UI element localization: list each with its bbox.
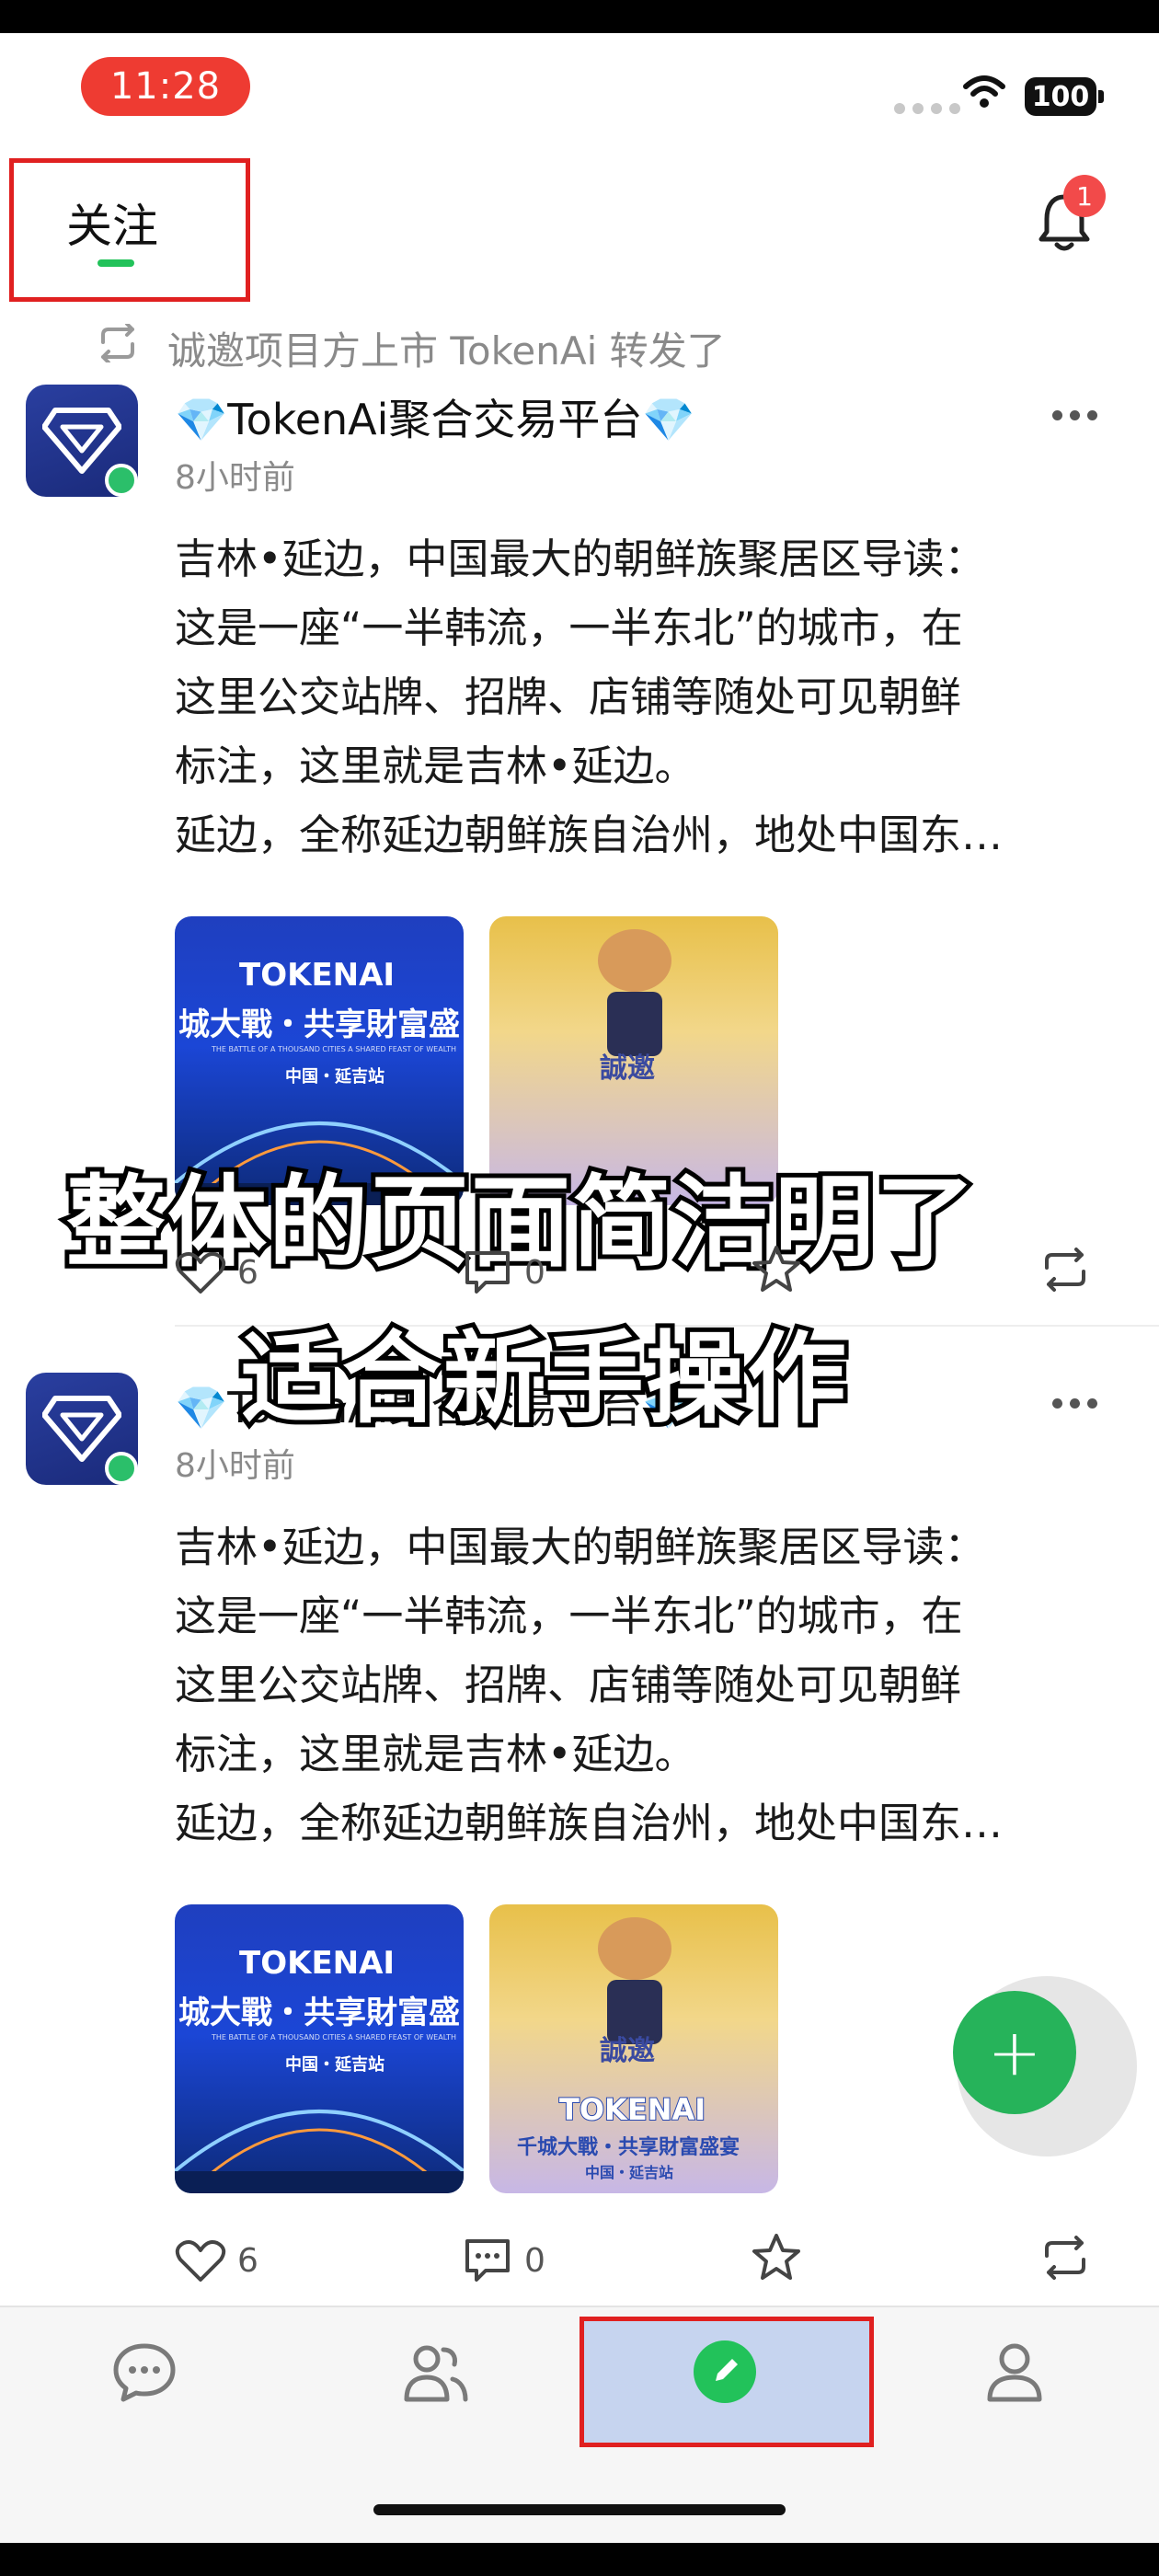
post-time: 8小时前 <box>175 459 295 497</box>
notification-badge: 1 <box>1063 175 1106 217</box>
verified-badge-icon <box>105 464 138 497</box>
mascot-illustration <box>598 929 671 1056</box>
people-icon[interactable] <box>401 2342 469 2403</box>
diamond-logo-icon <box>42 408 121 474</box>
comment-icon <box>465 2239 510 2282</box>
share-repost-icon[interactable] <box>1041 2236 1089 2280</box>
like-button[interactable]: 6 <box>175 1249 258 1295</box>
post-image[interactable]: TOKENAI 城大戰・共享財富盛 THE BATTLE OF A THOUSA… <box>175 1904 464 2193</box>
like-button[interactable]: 6 <box>175 2237 258 2283</box>
more-options-icon[interactable] <box>1052 410 1097 420</box>
battery-nub <box>1098 90 1104 103</box>
new-post-button[interactable]: + <box>953 1991 1076 2114</box>
wifi-icon <box>963 75 1005 108</box>
more-options-icon[interactable] <box>1052 1398 1097 1409</box>
top-bezel <box>0 0 1159 33</box>
tab-active-indicator <box>98 259 134 267</box>
person-icon[interactable] <box>984 2340 1045 2403</box>
star-icon[interactable] <box>751 2232 802 2282</box>
post-text[interactable]: 吉林•延边，中国最大的朝鲜族聚居区导读： 这是一座“一半韩流，一半东北”的城市，… <box>175 1512 1159 1857</box>
post-text[interactable]: 吉林•延边，中国最大的朝鲜族聚居区导读： 这是一座“一半韩流，一半东北”的城市，… <box>175 524 1159 869</box>
signal-dots-icon <box>894 103 960 114</box>
diamond-logo-icon <box>42 1396 121 1462</box>
tab-follow-label: 关注 <box>66 200 158 253</box>
verified-badge-icon <box>105 1452 138 1485</box>
chat-bubble-icon[interactable] <box>112 2342 177 2403</box>
bridge-illustration <box>175 2110 464 2193</box>
comment-icon <box>465 1251 510 1294</box>
repost-notice[interactable]: 诚邀项目方上市 TokenAi 转发了 <box>167 320 726 376</box>
gem-icon: 💎 <box>175 395 228 444</box>
star-icon[interactable] <box>751 1244 802 1294</box>
post-image[interactable]: 誠邀 TOKENAI 千城大戰・共享財富盛宴 中国・延吉站 <box>489 1904 778 2193</box>
battery-indicator: 100 <box>1025 77 1096 116</box>
gem-icon: 💎 <box>642 395 695 444</box>
comment-button[interactable]: 0 <box>462 2237 545 2283</box>
pencil-circle-icon[interactable] <box>692 2339 758 2405</box>
gem-icon: 💎 <box>175 1383 228 1432</box>
heart-icon <box>175 1252 226 1294</box>
repost-icon <box>101 324 134 362</box>
heart-icon <box>175 2240 226 2282</box>
status-time: 11:28 <box>81 57 250 116</box>
home-indicator <box>373 2504 786 2515</box>
share-repost-icon[interactable] <box>1041 1248 1089 1292</box>
overlay-caption-line2: 适合新手操作 <box>236 1317 851 1442</box>
author-name[interactable]: 💎TokenAi聚合交易平台💎 <box>175 386 695 447</box>
comment-button[interactable]: 0 <box>462 1249 545 1295</box>
post-time: 8小时前 <box>175 1447 295 1485</box>
bottom-bezel <box>0 2543 1159 2576</box>
